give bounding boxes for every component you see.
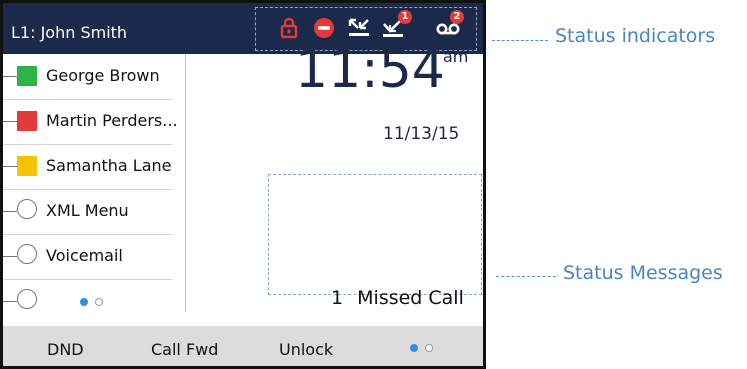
lock-icon [277, 16, 301, 40]
connector-line [3, 121, 17, 122]
connector-line [3, 166, 17, 167]
empty-circle-icon [17, 244, 37, 264]
softkey-dnd[interactable]: DND [47, 340, 84, 359]
callout-status-indicators: Status indicators [555, 25, 716, 47]
missed-calls-badge: 1 [398, 10, 412, 24]
missed-call-count: 1 [331, 287, 344, 309]
presence-busy-icon [17, 111, 37, 131]
connector-line [3, 301, 17, 302]
sidebar-item-george-brown[interactable]: George Brown [3, 54, 173, 100]
clock-ampm: am [443, 47, 469, 66]
missed-call-message[interactable]: 1 Missed Call [331, 287, 464, 309]
connector-line [3, 256, 17, 257]
sidebar-item-label: XML Menu [46, 201, 129, 220]
dnd-icon [312, 16, 336, 40]
sidebar-item-label: Voicemail [46, 246, 123, 265]
sidebar-item-voicemail[interactable]: Voicemail [3, 234, 173, 280]
call-forward-icon [347, 16, 371, 40]
page-dot-inactive [95, 298, 103, 306]
presence-away-icon [17, 156, 37, 176]
softkey-page-dot-inactive [425, 344, 433, 352]
sidebar-item-empty[interactable] [3, 279, 173, 324]
empty-circle-icon [17, 289, 37, 309]
clock-date: 11/13/15 [383, 124, 460, 144]
connector-line [3, 76, 17, 77]
sidebar-item-martin-perders[interactable]: Martin Perders... [3, 99, 178, 145]
callout-line-indicators [492, 40, 548, 41]
empty-circle-icon [17, 199, 37, 219]
softkey-call-fwd[interactable]: Call Fwd [151, 340, 218, 359]
phone-screen: L1: John Smith 1 2 George Brown Martin P… [0, 0, 486, 369]
callout-line-messages [496, 276, 556, 277]
voicemail-badge: 2 [450, 10, 464, 24]
voicemail-icon: 2 [436, 10, 464, 40]
connector-line [3, 211, 17, 212]
clock-time: 11:54 [295, 40, 445, 100]
sidebar-item-label: Martin Perders... [46, 111, 178, 130]
status-messages-area [268, 174, 482, 295]
softkey-bar: DND Call Fwd Unlock [3, 326, 483, 366]
callout-status-messages: Status Messages [563, 262, 723, 284]
softkey-page-dot-active [410, 344, 418, 352]
sidebar-item-samantha-lane[interactable]: Samantha Lane [3, 144, 173, 190]
sidebar-item-label: George Brown [46, 66, 160, 85]
page-dot-active [80, 298, 88, 306]
missed-calls-icon: 1 [381, 10, 412, 40]
line-label: L1: John Smith [11, 23, 128, 42]
sidebar-item-xml-menu[interactable]: XML Menu [3, 189, 173, 235]
missed-call-text: Missed Call [357, 287, 464, 309]
softkey-unlock[interactable]: Unlock [279, 340, 333, 359]
sidebar-item-label: Samantha Lane [46, 156, 172, 175]
line-keys-sidebar: George Brown Martin Perders... Samantha … [3, 54, 186, 312]
presence-available-icon [17, 66, 37, 86]
